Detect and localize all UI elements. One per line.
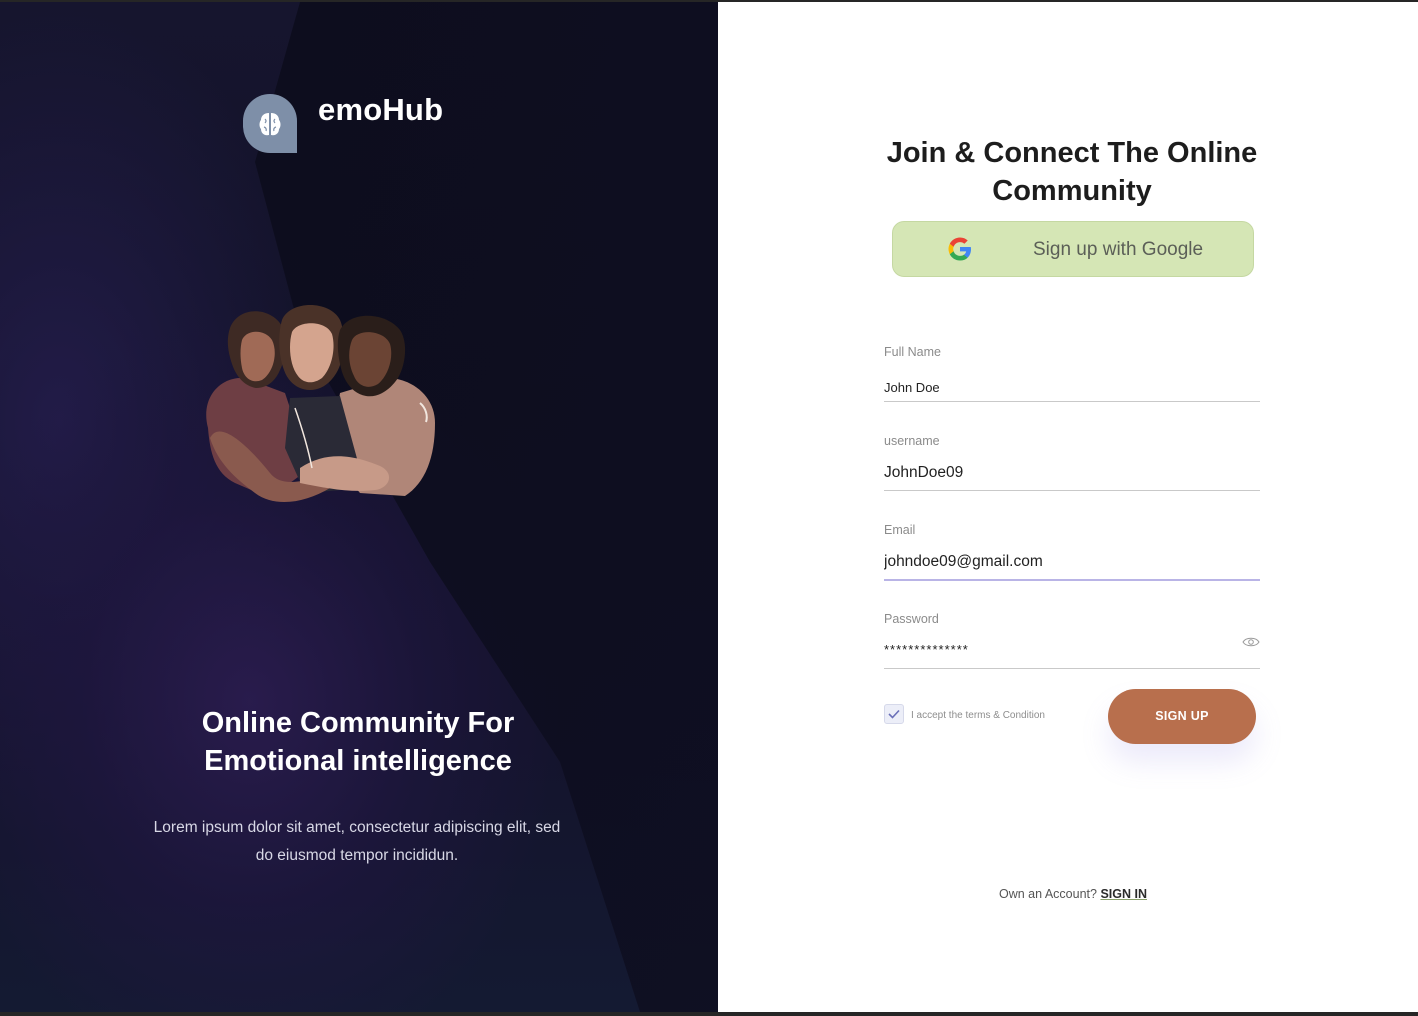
eye-icon[interactable] — [1242, 636, 1260, 648]
hero-subtext: Lorem ipsum dolor sit amet, consectetur … — [153, 819, 561, 864]
username-input[interactable] — [884, 464, 1224, 482]
brand-name: emoHub — [318, 92, 444, 127]
community-illustration — [206, 305, 435, 503]
hero-panel: emoHub Online Community For Emotional in… — [0, 2, 718, 1012]
brain-icon — [243, 94, 297, 153]
signup-button[interactable]: SIGN UP — [1108, 689, 1256, 744]
password-input[interactable] — [884, 642, 1224, 657]
google-signup-button[interactable]: Sign up with Google — [892, 221, 1254, 277]
email-label: Email — [884, 523, 916, 537]
signin-prompt: Own an Account? — [998, 887, 1097, 901]
email-field: Email — [884, 523, 1260, 583]
checkmark-icon — [888, 709, 900, 719]
full-name-field: Full Name — [884, 345, 1260, 405]
email-input[interactable] — [884, 553, 1224, 571]
page-title: Join & Connect The Online Community — [886, 137, 1258, 207]
hero-heading: Online Community For Emotional intellige… — [201, 707, 515, 777]
signin-link[interactable]: SIGN IN — [1100, 887, 1147, 901]
password-label: Password — [884, 612, 939, 626]
username-underline — [884, 490, 1260, 491]
full-name-label: Full Name — [884, 345, 941, 359]
signup-panel: Join & Connect The Online Community Sign… — [718, 2, 1418, 1012]
signin-row: Own an Account? SIGN IN — [918, 887, 1228, 901]
email-underline — [884, 579, 1260, 581]
app-frame: emoHub Online Community For Emotional in… — [0, 0, 1418, 1016]
password-field: Password — [884, 612, 1260, 672]
full-name-underline — [884, 401, 1260, 402]
google-signup-label: Sign up with Google — [1033, 239, 1204, 260]
full-name-input[interactable] — [884, 380, 1224, 395]
terms-label: I accept the terms & Condition — [911, 710, 1045, 721]
terms-checkbox[interactable] — [884, 704, 904, 724]
google-icon — [948, 237, 971, 261]
username-label: username — [884, 434, 940, 448]
username-field: username — [884, 434, 1260, 494]
password-underline — [884, 668, 1260, 669]
